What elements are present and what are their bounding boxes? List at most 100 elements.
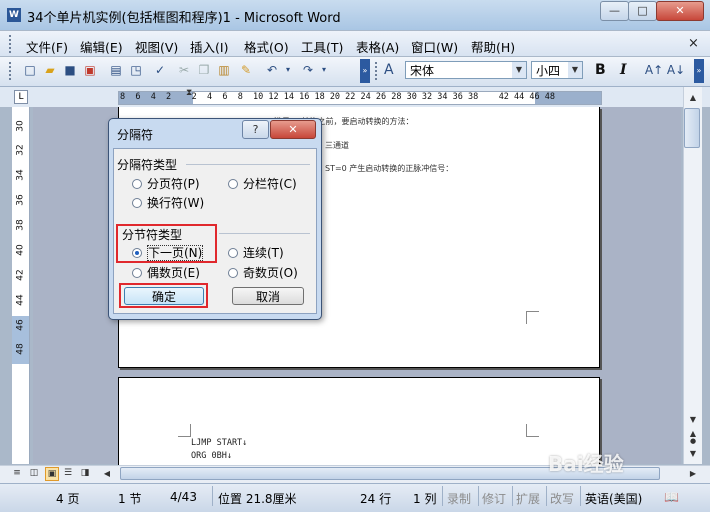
vruler-number: 44 [15, 294, 26, 306]
print-icon[interactable]: ▤ [108, 62, 124, 78]
status-track-changes[interactable]: 修订 [482, 490, 506, 507]
radio-label: 偶数页(E) [147, 266, 200, 280]
paste-icon[interactable]: ▥ [216, 62, 232, 78]
radio-icon[interactable] [132, 179, 142, 189]
document-text-line[interactable]: 三通道 [325, 140, 349, 151]
format-painter-icon[interactable]: ✎ [238, 62, 254, 78]
radio-icon[interactable] [228, 248, 238, 258]
vruler-number: 42 [15, 269, 26, 281]
select-browse-object-icon[interactable]: ● [684, 437, 702, 445]
print-layout-view-icon[interactable]: ▣ [45, 467, 59, 481]
code-line[interactable]: ORG 0BH↓ [191, 451, 232, 461]
highlight-ok-button [119, 283, 208, 308]
menu-view[interactable]: 视图(V) [135, 37, 178, 56]
status-section: 1 节 [118, 492, 142, 506]
font-name-combo[interactable]: 宋体 ▼ [405, 61, 527, 79]
normal-view-icon[interactable]: ≡ [11, 467, 23, 479]
status-column: 1 列 [413, 492, 437, 506]
status-overtype[interactable]: 改写 [550, 490, 574, 507]
radio-page-break[interactable]: 分页符(P) [132, 175, 200, 192]
vertical-ruler[interactable] [12, 107, 30, 464]
radio-icon[interactable] [228, 268, 238, 278]
chevron-down-icon[interactable]: ▼ [568, 62, 582, 78]
next-page-icon[interactable]: ▼ [684, 449, 702, 458]
radio-continuous[interactable]: 连续(T) [228, 244, 284, 261]
undo-dropdown-icon[interactable]: ▾ [280, 62, 296, 78]
menu-window[interactable]: 窗口(W) [411, 37, 458, 56]
radio-odd-page[interactable]: 奇数页(O) [228, 264, 298, 281]
italic-button[interactable]: I [620, 62, 627, 78]
menu-table[interactable]: 表格(A) [356, 37, 399, 56]
document-text-line[interactable]: ST=0 产生启动转换的正脉冲信号： [325, 163, 453, 174]
format-toolbar-grip[interactable] [375, 62, 381, 80]
status-extend[interactable]: 扩展 [516, 490, 540, 507]
toolbar-grip-handle[interactable] [9, 62, 15, 80]
undo-icon[interactable]: ↶ [264, 62, 280, 78]
radio-column-break[interactable]: 分栏符(C) [228, 175, 297, 192]
minimize-button[interactable]: — [600, 1, 629, 21]
vertical-scroll-thumb[interactable] [684, 108, 700, 148]
font-size-combo[interactable]: 小四 ▼ [531, 61, 583, 79]
new-document-icon[interactable]: □ [22, 62, 38, 78]
format-toolbar-options-icon[interactable]: » [694, 59, 704, 83]
shrink-font-icon[interactable]: A↓ [666, 62, 686, 78]
reading-layout-view-icon[interactable]: ◨ [79, 467, 91, 479]
margin-corner-mark [526, 311, 539, 324]
cut-icon[interactable]: ✂ [176, 62, 192, 78]
cancel-button[interactable]: 取消 [232, 287, 304, 305]
scroll-up-icon[interactable]: ▲ [684, 93, 702, 102]
radio-icon[interactable] [132, 268, 142, 278]
dialog-help-button[interactable]: ? [242, 120, 269, 139]
menu-format[interactable]: 格式(O) [244, 37, 289, 56]
menu-tools[interactable]: 工具(T) [301, 37, 343, 56]
code-line[interactable]: LJMP START↓ [191, 438, 247, 448]
style-icon[interactable]: A [384, 62, 394, 78]
permission-icon[interactable]: ▣ [82, 62, 98, 78]
margin-corner-mark [526, 424, 539, 437]
spelling-status-icon[interactable]: 📖 [664, 490, 679, 504]
dialog-close-button[interactable]: ✕ [270, 120, 316, 139]
indent-marker-icon[interactable]: ⧗ [186, 88, 192, 98]
copy-icon[interactable]: ❐ [196, 62, 212, 78]
radio-icon[interactable] [228, 179, 238, 189]
status-record[interactable]: 录制 [447, 490, 471, 507]
menu-edit[interactable]: 编辑(E) [80, 37, 123, 56]
save-icon[interactable]: ■ [62, 62, 78, 78]
grow-font-icon[interactable]: A↑ [644, 62, 664, 78]
spelling-icon[interactable]: ✓ [152, 62, 168, 78]
redo-dropdown-icon[interactable]: ▾ [316, 62, 332, 78]
radio-label: 分栏符(C) [243, 177, 297, 191]
menu-file[interactable]: 文件(F) [26, 37, 68, 56]
scroll-right-icon[interactable]: ▶ [684, 469, 702, 478]
maximize-button[interactable]: □ [628, 1, 657, 21]
vruler-number: 34 [15, 169, 26, 181]
redo-icon[interactable]: ↷ [300, 62, 316, 78]
menu-insert[interactable]: 插入(I) [190, 37, 228, 56]
bold-button[interactable]: B [595, 62, 606, 78]
document-close-button[interactable]: × [688, 36, 699, 51]
print-preview-icon[interactable]: ◳ [128, 62, 144, 78]
font-name-value: 宋体 [410, 64, 435, 78]
scroll-left-icon[interactable]: ◀ [98, 469, 116, 478]
status-line: 24 行 [360, 492, 392, 506]
web-layout-view-icon[interactable]: ◫ [28, 467, 40, 479]
word-app-icon[interactable]: W [7, 8, 21, 22]
toolbar-options-icon[interactable]: » [360, 59, 370, 83]
radio-even-page[interactable]: 偶数页(E) [132, 264, 200, 281]
tab-selector-icon[interactable]: L [14, 90, 28, 104]
scroll-down-icon[interactable]: ▼ [684, 415, 702, 424]
vruler-number: 48 [15, 343, 26, 355]
radio-text-wrapping-break[interactable]: 换行符(W) [132, 194, 204, 211]
open-folder-icon[interactable]: ▰ [42, 62, 58, 78]
radio-icon[interactable] [132, 198, 142, 208]
highlight-section-type [116, 224, 217, 263]
vruler-number: 46 [15, 319, 26, 331]
menu-grip-handle[interactable] [9, 35, 15, 53]
close-window-button[interactable]: ✕ [656, 1, 704, 21]
dialog-title: 分隔符 [117, 128, 154, 142]
status-language[interactable]: 英语(美国) [585, 490, 642, 507]
vruler-number: 32 [15, 144, 26, 156]
menu-help[interactable]: 帮助(H) [471, 37, 515, 56]
chevron-down-icon[interactable]: ▼ [512, 62, 526, 78]
outline-view-icon[interactable]: ☰ [62, 467, 74, 479]
